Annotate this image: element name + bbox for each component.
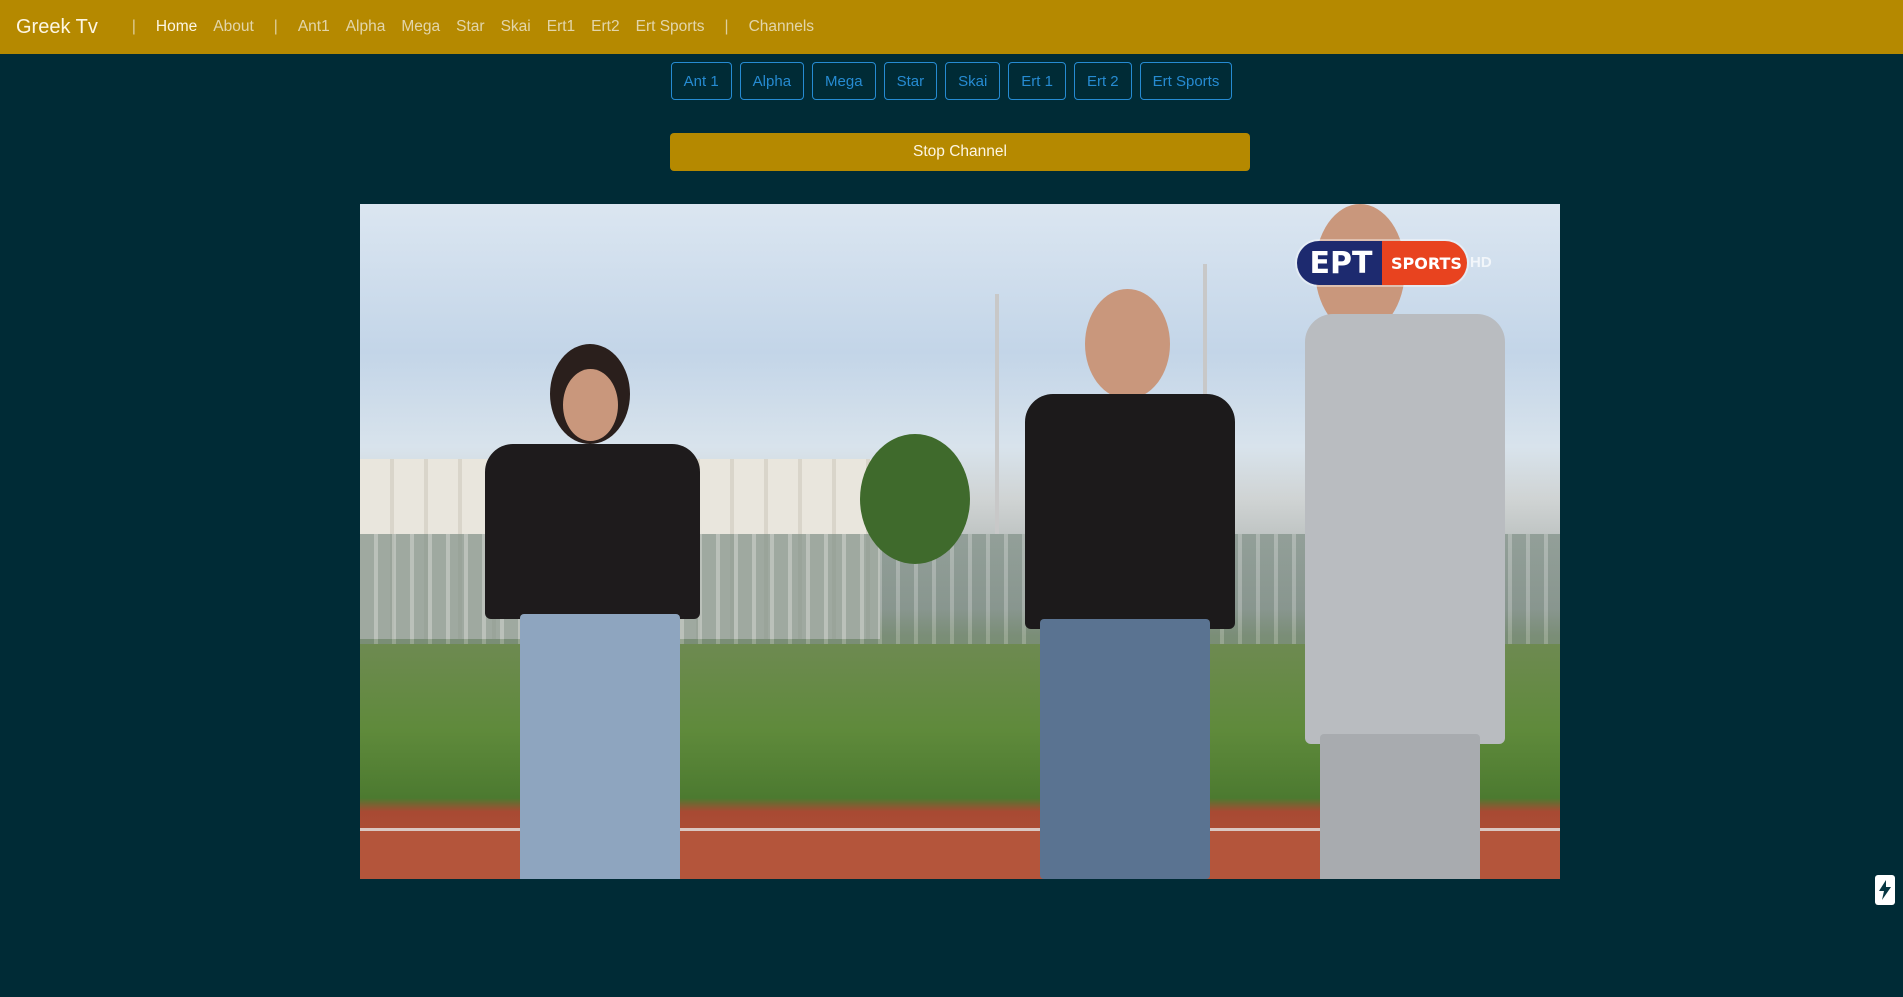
- nav-about[interactable]: About: [213, 18, 254, 36]
- nav-skai[interactable]: Skai: [501, 18, 531, 36]
- nav-separator: |: [131, 18, 136, 35]
- channel-button-ert1[interactable]: Ert 1: [1008, 62, 1066, 100]
- channel-button-group: Ant 1 Alpha Mega Star Skai Ert 1 Ert 2 E…: [0, 62, 1903, 100]
- channel-logo-hd: HD: [1470, 254, 1492, 271]
- nav-ert1[interactable]: Ert1: [547, 18, 575, 36]
- nav-separator: |: [724, 18, 729, 35]
- lightning-icon-glyph: [1879, 880, 1891, 900]
- channel-button-skai[interactable]: Skai: [945, 62, 1001, 100]
- channel-logo-main: ΕΡΤ: [1309, 245, 1373, 281]
- channel-button-ant1[interactable]: Ant 1: [670, 62, 732, 100]
- channel-logo: ΕΡΤ SPORTS: [1297, 241, 1467, 285]
- nav-ert-sports[interactable]: Ert Sports: [636, 18, 705, 36]
- nav-alpha[interactable]: Alpha: [346, 18, 386, 36]
- stop-channel-button[interactable]: Stop Channel: [670, 133, 1250, 171]
- nav-ert2[interactable]: Ert2: [591, 18, 619, 36]
- nav-channels[interactable]: Channels: [749, 18, 815, 36]
- channel-button-star[interactable]: Star: [883, 62, 938, 100]
- floodlight-pole: [995, 294, 999, 534]
- brand-logo[interactable]: Greek Tv: [16, 16, 98, 39]
- nav-home[interactable]: Home: [156, 18, 197, 36]
- nav-mega[interactable]: Mega: [401, 18, 440, 36]
- nav-ant1[interactable]: Ant1: [298, 18, 330, 36]
- channel-button-alpha[interactable]: Alpha: [739, 62, 805, 100]
- lightning-icon[interactable]: [1875, 875, 1895, 905]
- top-navbar: Greek Tv | Home About | Ant1 Alpha Mega …: [0, 0, 1903, 54]
- channel-button-ert-sports[interactable]: Ert Sports: [1139, 62, 1233, 100]
- channel-logo-sub: SPORTS: [1391, 253, 1462, 273]
- video-background-tree: [860, 434, 970, 564]
- channel-button-ert2[interactable]: Ert 2: [1073, 62, 1132, 100]
- channel-button-mega[interactable]: Mega: [812, 62, 876, 100]
- nav-star[interactable]: Star: [456, 18, 484, 36]
- video-player[interactable]: ΕΡΤ SPORTS HD: [360, 204, 1560, 879]
- nav-separator: |: [273, 18, 278, 35]
